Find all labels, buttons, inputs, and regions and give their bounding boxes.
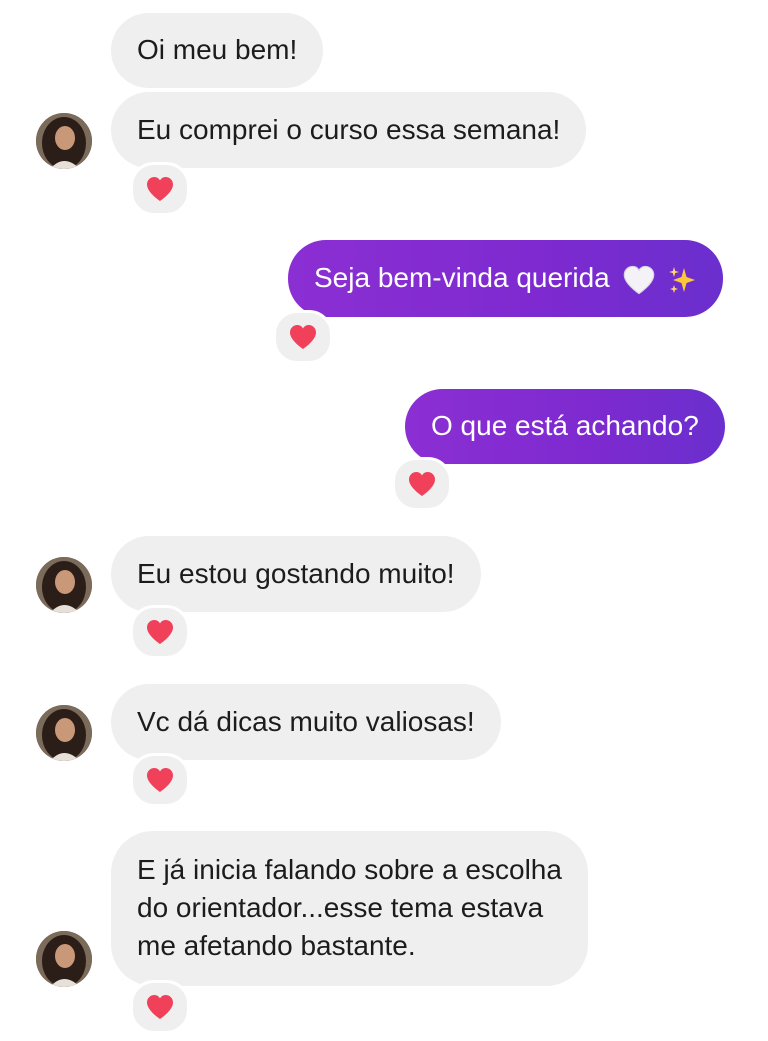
contact-avatar[interactable] <box>36 705 92 761</box>
red-heart-icon <box>290 325 316 349</box>
message-bubble-incoming[interactable]: E já inicia falando sobre a escolha do o… <box>111 831 588 986</box>
message-bubble-incoming[interactable]: Eu comprei o curso essa semana! <box>111 92 587 168</box>
message-text-line: me afetando bastante. <box>137 930 416 961</box>
message-text: Eu comprei o curso essa semana! <box>137 114 561 145</box>
message-text: Vc dá dicas muito valiosas! <box>137 706 475 737</box>
sparkles-icon <box>669 266 696 293</box>
message-bubble-outgoing[interactable]: Seja bem-vinda querida <box>288 240 724 317</box>
contact-avatar[interactable] <box>36 113 92 169</box>
red-heart-icon <box>147 768 173 792</box>
red-heart-icon <box>147 177 173 201</box>
reaction-badge[interactable] <box>130 605 190 659</box>
message-text: O que está achando? <box>431 410 699 441</box>
message-bubble-incoming[interactable]: Eu estou gostando muito! <box>111 536 481 612</box>
contact-avatar[interactable] <box>36 557 92 613</box>
message-text: Oi meu bem! <box>137 34 298 65</box>
message-text-line: E já inicia falando sobre a escolha <box>137 854 562 885</box>
reaction-badge[interactable] <box>392 457 452 511</box>
message-bubble-outgoing[interactable]: O que está achando? <box>405 389 725 464</box>
reaction-badge[interactable] <box>130 162 190 216</box>
message-bubble-incoming[interactable]: Vc dá dicas muito valiosas! <box>111 684 501 760</box>
reaction-badge[interactable] <box>273 310 333 364</box>
white-heart-icon <box>623 265 654 294</box>
reaction-badge[interactable] <box>130 980 190 1034</box>
reaction-badge[interactable] <box>130 753 190 807</box>
contact-avatar[interactable] <box>36 931 92 987</box>
red-heart-icon <box>147 995 173 1019</box>
message-text-line: do orientador...esse tema estava <box>137 892 544 923</box>
message-bubble-incoming[interactable]: Oi meu bem! <box>111 13 324 88</box>
red-heart-icon <box>147 620 173 644</box>
red-heart-icon <box>409 472 435 496</box>
chat-thread: Oi meu bem! Eu comprei o curso essa sema… <box>0 0 768 1041</box>
message-text: Eu estou gostando muito! <box>137 558 455 589</box>
message-text: Seja bem-vinda querida <box>314 262 610 293</box>
